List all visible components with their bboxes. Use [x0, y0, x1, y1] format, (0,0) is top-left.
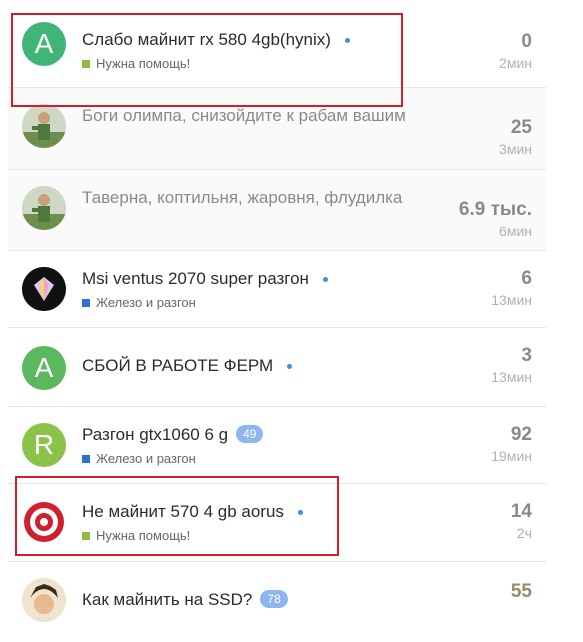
- reply-count: 6: [521, 268, 532, 289]
- topic-title[interactable]: СБОЙ В РАБОТЕ ФЕРМ: [82, 356, 273, 375]
- topic-row[interactable]: A СБОЙ В РАБОТЕ ФЕРМ 3 13мин: [8, 328, 546, 407]
- topic-title[interactable]: Как майнить на SSD?: [82, 590, 252, 609]
- reply-count: 14: [510, 501, 532, 522]
- page-count-badge[interactable]: 78: [260, 590, 288, 608]
- unread-dot-icon: [322, 277, 328, 283]
- avatar[interactable]: A: [22, 346, 66, 390]
- last-activity-time: 2мин: [499, 55, 532, 71]
- soldier-avatar-icon[interactable]: [22, 104, 66, 148]
- topic-row[interactable]: Таверна, коптильня, жаровня, флудилка 6.…: [8, 170, 546, 251]
- topic-title[interactable]: Msi ventus 2070 super разгон: [82, 269, 309, 288]
- reply-count: 55: [510, 581, 532, 602]
- last-activity-time: 6мин: [499, 223, 532, 239]
- topic-row[interactable]: R Разгон gtx1060 6 g 49 Железо и разгон 9…: [8, 407, 546, 484]
- avatar-letter: A: [34, 352, 54, 383]
- page-count-badge[interactable]: 49: [236, 425, 264, 443]
- reply-count: 6.9 тыс.: [458, 199, 532, 220]
- topic-title[interactable]: Таверна, коптильня, жаровня, флудилка: [82, 188, 402, 207]
- avatar-letter: R: [33, 429, 55, 460]
- last-activity-time: 3мин: [499, 141, 532, 157]
- tag-label: Железо и разгон: [96, 295, 196, 310]
- last-activity-time: 13мин: [491, 369, 532, 385]
- last-activity-time: 2ч: [516, 525, 532, 541]
- avatar[interactable]: R: [22, 423, 66, 467]
- topic-title[interactable]: Боги олимпа, снизойдите к рабам вашим: [82, 106, 406, 125]
- last-activity-time: 13мин: [491, 292, 532, 308]
- tag-label: Железо и разгон: [96, 451, 196, 466]
- reply-count: 92: [510, 424, 532, 445]
- reply-count: 0: [521, 31, 532, 52]
- reply-count: 25: [510, 117, 532, 138]
- cartoon-avatar-icon[interactable]: [22, 578, 66, 622]
- soldier-avatar-icon[interactable]: [22, 186, 66, 230]
- category-tag[interactable]: Железо и разгон: [82, 295, 412, 310]
- unread-dot-icon: [287, 364, 293, 370]
- last-activity-time: 19мин: [491, 448, 532, 464]
- category-tag[interactable]: Железо и разгон: [82, 451, 412, 466]
- gem-avatar-icon[interactable]: [22, 267, 66, 311]
- tag-square-icon: [82, 454, 90, 463]
- topic-row[interactable]: Msi ventus 2070 super разгон Железо и ра…: [8, 251, 546, 328]
- topic-row[interactable]: Как майнить на SSD? 78 55: [8, 562, 546, 642]
- tag-square-icon: [82, 298, 90, 307]
- topic-title[interactable]: Разгон gtx1060 6 g: [82, 425, 228, 444]
- highlight-box: [11, 13, 403, 107]
- highlight-box: [15, 476, 339, 556]
- reply-count: 3: [521, 345, 532, 366]
